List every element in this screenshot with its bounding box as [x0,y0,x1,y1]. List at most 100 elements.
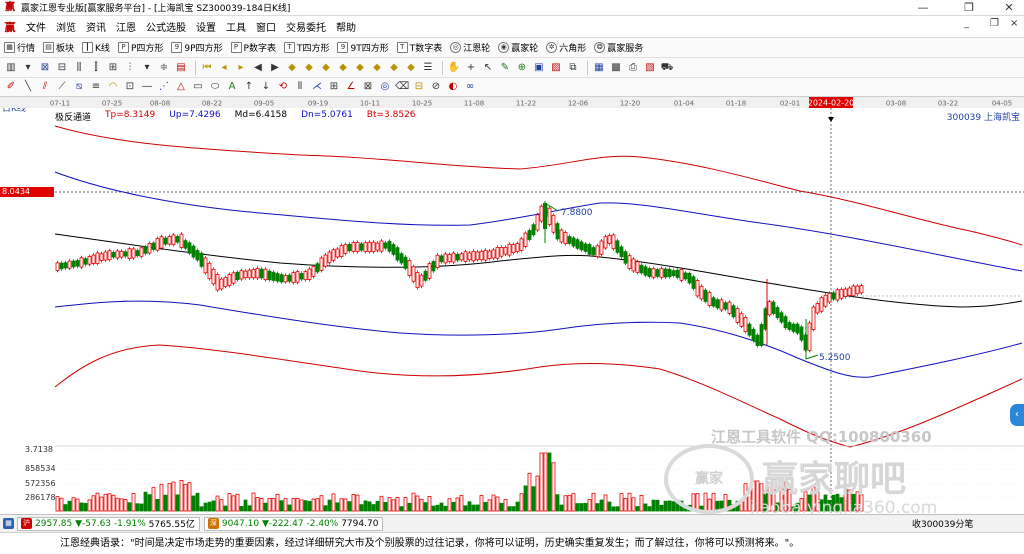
menu-settings[interactable]: 设置 [191,19,221,34]
candle-hollow-icon[interactable]: ⊞ [106,61,120,75]
save-icon[interactable]: ▩ [609,61,623,75]
angle-icon[interactable]: ∠ [344,80,358,94]
sort-icon[interactable]: ≑ [157,61,171,75]
index2-quote[interactable]: 深 9047.10 ▼-222.47 -2.40% 7794.70 [203,516,384,531]
toolbar-9t-square-button[interactable]: 9 9T四方形 [333,41,392,54]
toolbar-p-table-button[interactable]: P P数字表 [227,41,280,54]
menu-tools[interactable]: 工具 [221,19,251,34]
child-close-button[interactable]: × [1010,18,1018,29]
toolbar-p-square-button[interactable]: P P四方形 [114,41,167,54]
hide-icon[interactable]: ⊘ [429,80,443,94]
first-page-icon[interactable]: ⏮ [200,61,214,75]
toolbar-9p-square-button[interactable]: 9 9P四方形 [167,41,226,54]
gann-fan-icon[interactable]: ⊠ [38,61,52,75]
diamond-icon[interactable]: ◆ [370,61,384,75]
car-icon[interactable]: ⛟ [660,61,674,75]
stack-icon[interactable]: ☰ [421,61,435,75]
text-tool-icon[interactable]: A [225,80,239,94]
calendar-icon[interactable]: ▣ [532,61,546,75]
photo-icon[interactable]: ▨ [549,61,563,75]
ray-icon[interactable]: ⟋ [55,80,69,94]
toolbar-kline-button[interactable]: ┃ K线 [78,41,114,54]
prev-page-icon[interactable]: ◂ [217,61,231,75]
menu-gann[interactable]: 江恩 [111,19,141,34]
close-button[interactable]: ✕ [992,0,1024,16]
cycle-icon[interactable]: ⟲ [276,80,290,94]
pencil-icon[interactable]: ✐ [4,80,18,94]
arrow-down-icon[interactable]: ↓ [259,80,273,94]
gann-box-icon[interactable]: ⊡ [123,80,137,94]
loop-icon[interactable]: ∞ [463,80,477,94]
period-icon[interactable]: ⫴ [293,80,307,94]
step-forward-icon[interactable]: ▶ [268,61,282,75]
diamond-icon[interactable]: ◆ [319,61,333,75]
fib-icon[interactable]: ≡ [89,80,103,94]
diamond-icon[interactable]: ◆ [336,61,350,75]
menu-formula[interactable]: 公式选股 [141,19,191,34]
horizontal-line-icon[interactable]: ― [140,80,154,94]
maximize-button[interactable]: ❐ [952,0,986,16]
toolbar-gann-wheel-button[interactable]: ◎ 江恩轮 [446,41,494,54]
menu-browse[interactable]: 浏览 [51,19,81,34]
menu-info[interactable]: 资讯 [81,19,111,34]
diamond-icon[interactable]: ◆ [387,61,401,75]
arrow-up-icon[interactable]: ↑ [242,80,256,94]
bar-style-icon[interactable]: ⫼ [72,61,86,75]
text-icon[interactable]: ✎ [498,61,512,75]
rect-icon[interactable]: ▭ [191,80,205,94]
diamond-icon[interactable]: ◆ [353,61,367,75]
toolbar-hexagon-button[interactable]: ✲ 六角形 [542,41,590,54]
parallel-line-icon[interactable]: ⫽ [38,80,52,94]
next-page-icon[interactable]: ▸ [234,61,248,75]
grid-view-icon[interactable]: ▦ [592,61,606,75]
toolbar-service-button[interactable]: ❂ 赢家服务 [590,41,647,54]
hand-icon[interactable]: ✋ [447,61,461,75]
grid-tool-icon[interactable]: ⊞ [327,80,341,94]
side-panel-toggle-button[interactable]: ‹ [1010,404,1024,426]
ellipse-icon[interactable]: ⬭ [208,80,222,94]
step-back-icon[interactable]: ◀ [251,61,265,75]
diamond-icon[interactable]: ◆ [404,61,418,75]
minimize-button[interactable]: — [906,0,940,16]
volume-icon[interactable]: ⫶ [123,61,137,75]
square9-icon[interactable]: ⊠ [361,80,375,94]
export-icon[interactable]: ▧ [643,61,657,75]
toolbar-winner-wheel-button[interactable]: ◉ 赢家轮 [494,41,542,54]
fan-icon[interactable]: ⋌ [310,80,324,94]
channel-icon[interactable]: ⧅ [72,80,86,94]
tag-icon[interactable]: ⊕ [515,61,529,75]
menu-trade[interactable]: 交易委托 [281,19,331,34]
toolbar-t-table-button[interactable]: T T数字表 [393,41,447,54]
child-restore-button[interactable]: ❐ [990,18,999,29]
lock-icon[interactable]: ⊟ [412,80,426,94]
index1-quote[interactable]: 沪 2957.85 ▼-57.63 -1.91% 5765.55亿 [17,516,200,531]
grid-icon[interactable]: ▦ [3,518,14,529]
menu-file[interactable]: 文件 [21,19,51,34]
color-icon[interactable]: ◐ [446,80,460,94]
line-style-icon[interactable]: ⫿ [89,61,103,75]
layout-icon[interactable]: ▥ [4,61,18,75]
toolbar-sector-button[interactable]: ▤ 板块 [39,41,78,54]
dropdown-arrow-icon[interactable]: ▾ [140,61,154,75]
diamond-icon[interactable]: ◆ [302,61,316,75]
print-icon[interactable]: ⎙ [626,61,640,75]
menu-help[interactable]: 帮助 [331,19,361,34]
toolbar-quotes-button[interactable]: ▦ 行情 [0,41,39,54]
delete-icon[interactable]: ⌫ [395,80,409,94]
diamond-icon[interactable]: ◆ [285,61,299,75]
menu-window[interactable]: 窗口 [251,19,281,34]
arc-icon[interactable]: ◠ [106,80,120,94]
dropdown-arrow-icon[interactable]: ▾ [21,61,35,75]
tick-data-label[interactable]: 收300039分笔 [912,517,973,530]
cursor-icon[interactable]: ↖ [481,61,495,75]
crosshair-icon[interactable]: + [464,61,478,75]
candle-style-icon[interactable]: ⊟ [55,61,69,75]
toolbar-t-square-button[interactable]: T T四方形 [280,41,334,54]
spiral-icon[interactable]: ◎ [378,80,392,94]
speed-line-icon[interactable]: ⋰ [157,80,171,94]
line-tool-icon[interactable]: ╲ [21,80,35,94]
triangle-icon[interactable]: △ [174,80,188,94]
copy-icon[interactable]: ⧉ [566,61,580,75]
chart-type-icon[interactable]: ▤ [174,61,188,75]
child-minimize-button[interactable]: _ [964,18,969,29]
